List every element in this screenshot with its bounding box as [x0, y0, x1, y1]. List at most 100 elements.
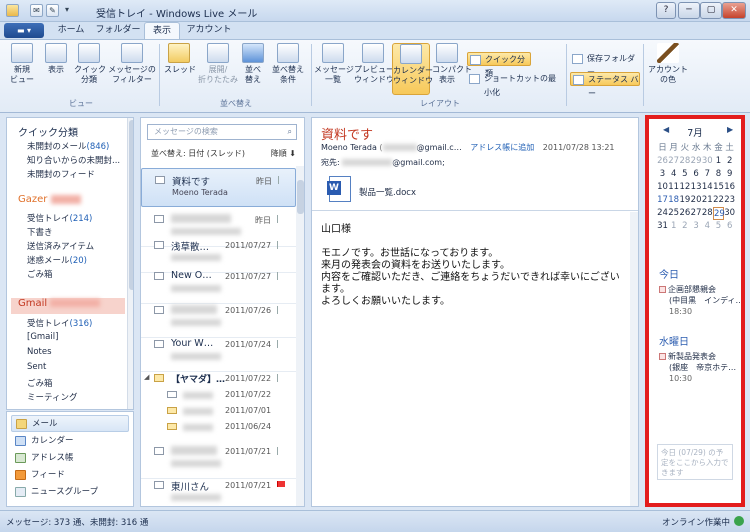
calendar-day[interactable]: 29 — [691, 155, 702, 168]
reading-pane-scrollbar[interactable] — [630, 212, 638, 506]
app-icon[interactable] — [6, 4, 19, 17]
calendar-day[interactable]: 26 — [657, 155, 668, 168]
calendar-day[interactable]: 5 — [679, 168, 690, 181]
tab-account[interactable]: アカウント — [184, 22, 234, 39]
flag-icon[interactable] — [277, 481, 285, 487]
help-button[interactable]: ? — [656, 2, 676, 19]
app-menu-button[interactable]: ▬ ▾ — [4, 23, 44, 38]
calendar-day[interactable]: 7 — [702, 168, 713, 181]
storage-folder-toggle[interactable]: 保存フォルダー — [570, 52, 640, 77]
calendar-day[interactable]: 25 — [668, 207, 679, 220]
folder-scrollbar[interactable] — [127, 118, 133, 409]
folder-item[interactable]: 知り合いからの未開封... — [27, 154, 120, 166]
message-row[interactable]: 東川さん 2011/07/21 — [141, 474, 296, 506]
calendar-day[interactable]: 29 — [713, 207, 725, 220]
scroll-thumb[interactable] — [297, 180, 304, 214]
flag-icon[interactable] — [277, 447, 285, 455]
calendar-day[interactable]: 11 — [668, 181, 679, 194]
sort-order-toggle[interactable]: 降順 ⬇ — [271, 145, 296, 163]
calendar-day[interactable]: 20 — [691, 194, 702, 207]
tab-home[interactable]: ホーム — [50, 22, 92, 39]
status-bar-toggle[interactable]: ステータス バー — [570, 72, 640, 98]
calendar-day[interactable]: 14 — [702, 181, 713, 194]
folder-item[interactable]: ごみ箱 — [27, 377, 53, 389]
calendar-day[interactable]: 12 — [679, 181, 690, 194]
sort-condition-button[interactable]: 並べ替え 条件 — [268, 43, 308, 85]
flag-icon[interactable] — [277, 306, 285, 314]
calendar-day[interactable]: 26 — [679, 207, 690, 220]
calendar-day[interactable]: 3 — [691, 220, 702, 233]
gazer-account-heading[interactable]: Gazer — [18, 194, 81, 205]
folder-item[interactable]: 下書き — [27, 226, 53, 238]
scroll-thumb[interactable] — [129, 120, 133, 290]
nav-calendar[interactable]: カレンダー — [11, 433, 129, 450]
flag-icon[interactable] — [277, 215, 285, 223]
next-month-icon[interactable]: ▶ — [727, 125, 733, 134]
calendar-day[interactable]: 3 — [657, 168, 668, 181]
calendar-day[interactable]: 23 — [724, 194, 735, 207]
message-list-button[interactable]: メッセージ 一覧 — [314, 43, 354, 85]
preview-pane-button[interactable]: プレビュー ウィンドウ — [354, 43, 394, 85]
calendar-day[interactable]: 1 — [668, 220, 679, 233]
calendar-day[interactable]: 2 — [679, 220, 690, 233]
thread-child-row[interactable]: 2011/07/22 — [141, 388, 296, 403]
quick-views-toggle[interactable]: クイック分類 — [467, 52, 531, 78]
message-list-scrollbar[interactable] — [296, 166, 304, 506]
sort-button[interactable]: 並べ 替え — [240, 43, 266, 85]
new-view-button[interactable]: 新規 ビュー — [6, 43, 38, 85]
quick-views-button[interactable]: クイック 分類 — [74, 43, 106, 85]
calendar-day[interactable]: 19 — [679, 194, 690, 207]
calendar-day[interactable]: 15 — [713, 181, 724, 194]
thread-row[interactable]: ◢ 【ヤマダ】… 2011/07/22 — [141, 370, 296, 386]
nav-mail[interactable]: メール — [11, 415, 129, 432]
calendar-day[interactable]: 17 — [657, 194, 668, 207]
calendar-day[interactable]: 28 — [702, 207, 713, 220]
calendar-day[interactable]: 18 — [668, 194, 679, 207]
folder-item[interactable]: Sent — [27, 362, 46, 372]
nav-feeds[interactable]: フィード — [11, 467, 129, 484]
tab-folder[interactable]: フォルダー — [94, 22, 142, 39]
close-button[interactable]: ✕ — [722, 2, 746, 19]
quick-event-input[interactable]: 今日 (07/29) の予定をここから入力できます — [657, 444, 733, 480]
reply-quick-icon[interactable]: ✎ — [46, 4, 59, 17]
calendar-day[interactable]: 6 — [691, 168, 702, 181]
flag-icon[interactable] — [277, 340, 285, 348]
calendar-day[interactable]: 31 — [657, 220, 668, 233]
minimize-shortcuts-toggle[interactable]: ショートカットの最小化 — [467, 72, 563, 97]
event-checkbox-icon[interactable] — [659, 353, 666, 360]
folder-item[interactable]: ごみ箱 — [27, 268, 53, 280]
folder-item[interactable]: 送信済みアイテム — [27, 240, 94, 252]
flag-icon[interactable] — [277, 241, 285, 249]
calendar-day[interactable]: 4 — [702, 220, 713, 233]
calendar-day[interactable]: 27 — [668, 155, 679, 168]
nav-contacts[interactable]: アドレス帳 — [11, 450, 129, 467]
folder-item[interactable]: 受信トレイ(316) — [27, 317, 92, 329]
calendar-day[interactable]: 6 — [724, 220, 735, 233]
folder-item[interactable]: [Gmail] — [27, 332, 58, 342]
calendar-day[interactable]: 5 — [713, 220, 724, 233]
calendar-day[interactable]: 28 — [679, 155, 690, 168]
folder-item[interactable]: 迷惑メール(20) — [27, 254, 87, 266]
calendar-day[interactable]: 1 — [713, 155, 724, 168]
minimize-button[interactable]: ─ — [678, 2, 700, 19]
tab-view[interactable]: 表示 — [144, 22, 180, 39]
quick-views-heading[interactable]: クイック分類 — [18, 124, 78, 139]
compact-view-button[interactable]: コンパクト 表示 — [432, 43, 472, 85]
event-checkbox-icon[interactable] — [659, 286, 666, 293]
calendar-day[interactable]: 30 — [702, 155, 713, 168]
calendar-day[interactable]: 22 — [713, 194, 724, 207]
add-to-contacts-link[interactable]: アドレス帳に追加 — [470, 143, 534, 152]
calendar-day[interactable]: 16 — [724, 181, 735, 194]
calendar-day[interactable]: 30 — [724, 207, 735, 220]
calendar-day[interactable]: 13 — [691, 181, 702, 194]
collapse-arrow-icon[interactable]: ◢ — [144, 373, 149, 381]
display-button[interactable]: 表示 — [42, 43, 70, 75]
calendar-pane-button[interactable]: カレンダー ウィンドウ — [392, 43, 433, 95]
sort-bar[interactable]: 並べ替え: 日付 (スレッド) 降順 ⬇ — [141, 145, 304, 163]
thread-child-row[interactable]: 2011/07/01 — [141, 404, 296, 419]
account-color-button[interactable]: アカウント の色 — [646, 43, 690, 85]
message-row[interactable]: 資料です Moeno Terada 昨日 — [141, 168, 296, 207]
gmail-account-heading[interactable]: Gmail — [11, 298, 125, 314]
new-mail-quick-icon[interactable]: ✉ — [30, 4, 43, 17]
flag-icon[interactable] — [277, 272, 285, 280]
